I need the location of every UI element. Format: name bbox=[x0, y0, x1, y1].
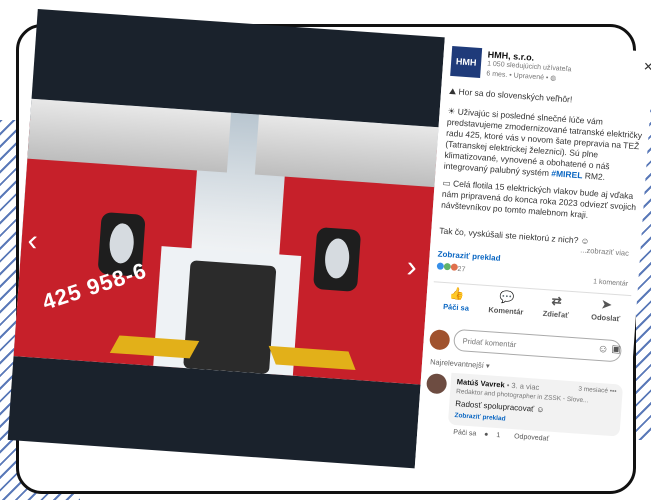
comment-actions: Páči sa ● 1 Odpovedať bbox=[453, 429, 555, 443]
comment-text-body: Radosť spolupracovať bbox=[454, 399, 535, 414]
reply-button[interactable]: Odpovedať bbox=[514, 433, 549, 442]
post-viewer: 425 958-6 ‹ › HMH HMH, s.r.o. 1 050 sled… bbox=[7, 8, 651, 484]
sun-icon: ☀ bbox=[447, 105, 456, 117]
commenter-name[interactable]: Matúš Vavrek bbox=[457, 377, 505, 389]
post-panel: HMH HMH, s.r.o. 1 050 sledujúcich užívat… bbox=[414, 37, 651, 484]
comment-label: Komentár bbox=[488, 305, 524, 317]
send-icon: ➤ bbox=[601, 297, 613, 312]
emoji-icon[interactable]: ☺ bbox=[597, 343, 609, 356]
thumbs-up-icon: 👍 bbox=[449, 286, 465, 302]
comment-item: Matúš Vavrek • 3. a viac 3 mesiacé ••• R… bbox=[422, 371, 625, 457]
train-icon: ▭ bbox=[442, 177, 452, 189]
commenter-avatar[interactable] bbox=[425, 373, 448, 395]
post-question-text: Tak čo, vyskúšali ste niektorú z nich? bbox=[438, 225, 579, 246]
mountain-icon: ⛰ bbox=[448, 85, 457, 97]
train-photo[interactable]: 425 958-6 bbox=[13, 98, 439, 385]
post-paragraph-1: ☀ Uživajúc si posledné slnečné lúče vám … bbox=[443, 106, 643, 186]
like-label: Páči sa bbox=[442, 301, 470, 313]
avatar bbox=[429, 329, 451, 351]
globe-icon: ◍ bbox=[550, 74, 557, 83]
translate-link[interactable]: Zobraziť preklad bbox=[437, 249, 500, 262]
comment-bubble: Matúš Vavrek • 3. a viac 3 mesiacé ••• R… bbox=[447, 372, 624, 437]
paragraph-1-end: RM2. bbox=[584, 170, 606, 182]
photo-pane: 425 958-6 ‹ › bbox=[7, 8, 445, 469]
comment-button[interactable]: 💬 Komentár bbox=[481, 289, 531, 326]
hashtag-link[interactable]: #MIREL bbox=[551, 168, 583, 180]
like-button[interactable]: 👍 Páči sa bbox=[431, 285, 481, 322]
comment-like-button[interactable]: Páči sa bbox=[453, 429, 476, 438]
heart-icon: ● bbox=[483, 431, 489, 439]
paragraph-2-text: Celá flotila 15 elektrických vlakov bude… bbox=[440, 178, 637, 220]
comment-reaction-count[interactable]: ● 1 bbox=[484, 431, 507, 440]
smile-icon: ☺ bbox=[580, 235, 590, 247]
share-label: Zdieľať bbox=[542, 308, 570, 320]
reactions-count: 27 bbox=[457, 265, 466, 274]
paragraph-1-text: Uživajúc si posledné slnečné lúče vám pr… bbox=[443, 106, 643, 179]
send-label: Odoslať bbox=[590, 312, 621, 324]
image-icon[interactable]: ▣ bbox=[611, 344, 621, 356]
comment-reaction-number: 1 bbox=[496, 432, 501, 440]
comments-count[interactable]: 1 komentár bbox=[593, 278, 628, 287]
train-right-roof bbox=[254, 114, 439, 188]
comment-icon: 💬 bbox=[498, 289, 515, 305]
headlamp-right bbox=[312, 226, 362, 292]
company-logo[interactable]: HMH bbox=[450, 45, 483, 78]
post-paragraph-2: ▭ Celá flotila 15 elektrických vlakov bu… bbox=[441, 178, 639, 225]
post-meta-text: 6 mes. • Upravené • bbox=[486, 70, 549, 82]
send-button[interactable]: ➤ Odoslať bbox=[581, 296, 631, 333]
connection-degree: • 3. a viac bbox=[506, 380, 540, 392]
smile-icon: ☺ bbox=[535, 404, 545, 415]
comment-sort-dropdown[interactable]: Najrelevantnejší ▾ bbox=[430, 357, 490, 370]
close-icon[interactable]: ✕ bbox=[643, 59, 651, 74]
reactions-summary[interactable]: 27 bbox=[436, 262, 466, 274]
train-coupler bbox=[183, 260, 277, 374]
repost-icon: ⇄ bbox=[551, 293, 563, 309]
share-button[interactable]: ⇄ Zdieľať bbox=[531, 292, 581, 329]
